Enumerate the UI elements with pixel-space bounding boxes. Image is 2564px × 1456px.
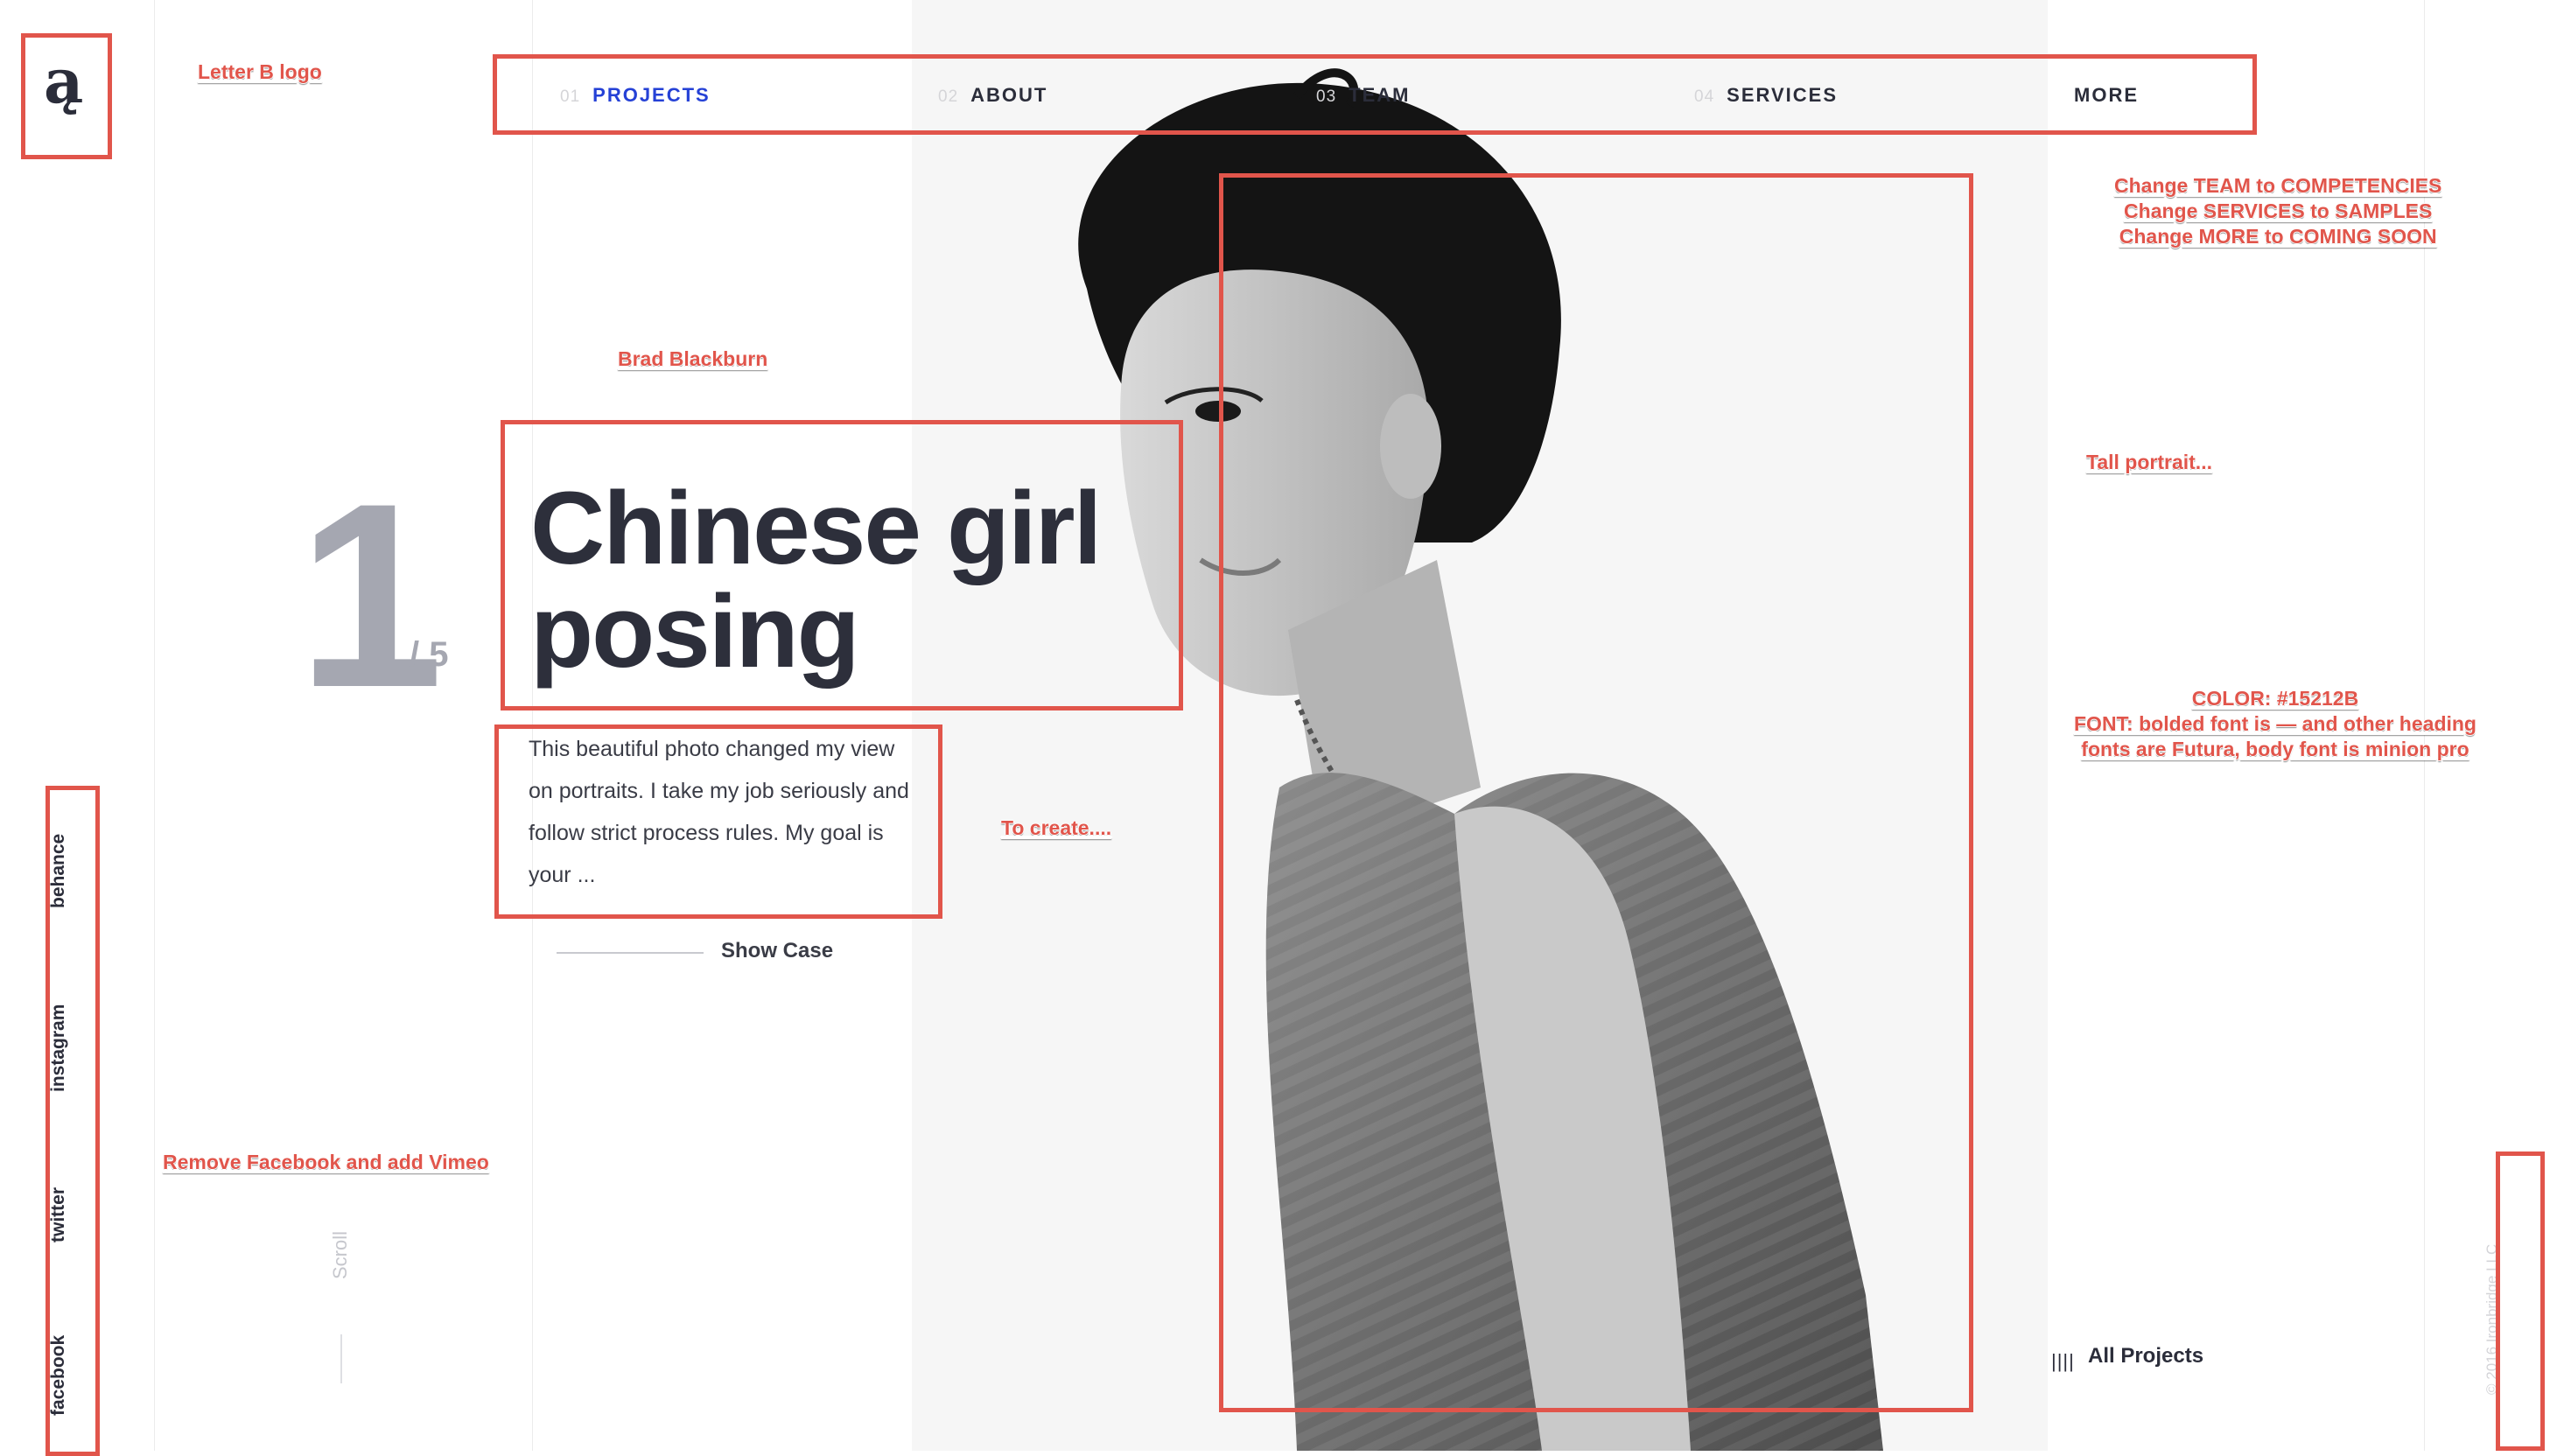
annotation-box-nav [493,54,2257,135]
annotation-line: Change TEAM to COMPETENCIES [2114,174,2442,197]
all-projects-link[interactable]: All Projects [2088,1344,2203,1368]
annotation-name-note: Brad Blackburn [618,347,768,370]
annotation-box-description [494,724,942,919]
annotation-portrait-note: Tall portrait... [2086,451,2212,473]
showcase-line [557,952,704,954]
annotation-box-social [46,786,100,1456]
scroll-line [340,1334,342,1383]
annotation-line: COLOR: #15212B [2191,687,2359,710]
annotation-create-note: To create.... [1001,816,1112,839]
slide-total: / 5 [410,635,449,674]
annotation-box-portrait [1219,173,1973,1412]
annotation-box-logo [21,33,112,159]
annotation-style-note: COLOR: #15212B FONT: bolded font is — an… [2074,686,2476,762]
annotation-line: Change SERVICES to SAMPLES [2124,200,2433,222]
annotation-nav-changes: Change TEAM to COMPETENCIES Change SERVI… [2114,173,2441,249]
slide-current-number: 1 [298,448,444,742]
annotation-box-title [501,420,1183,710]
annotation-line: Change MORE to COMING SOON [2119,225,2437,248]
annotation-line: fonts are Futura, body font is minion pr… [2081,738,2469,760]
grid-bars-icon[interactable]: |||| [2051,1350,2075,1373]
annotation-logo-note: Letter B logo [198,60,322,83]
annotation-social-note: Remove Facebook and add Vimeo [163,1151,489,1173]
scroll-indicator[interactable]: Scroll [329,1231,352,1279]
annotation-box-copyright [2496,1152,2545,1451]
annotation-line: FONT: bolded font is — and other heading [2074,712,2476,735]
showcase-link[interactable]: Show Case [721,939,833,963]
grid-line [154,0,155,1451]
